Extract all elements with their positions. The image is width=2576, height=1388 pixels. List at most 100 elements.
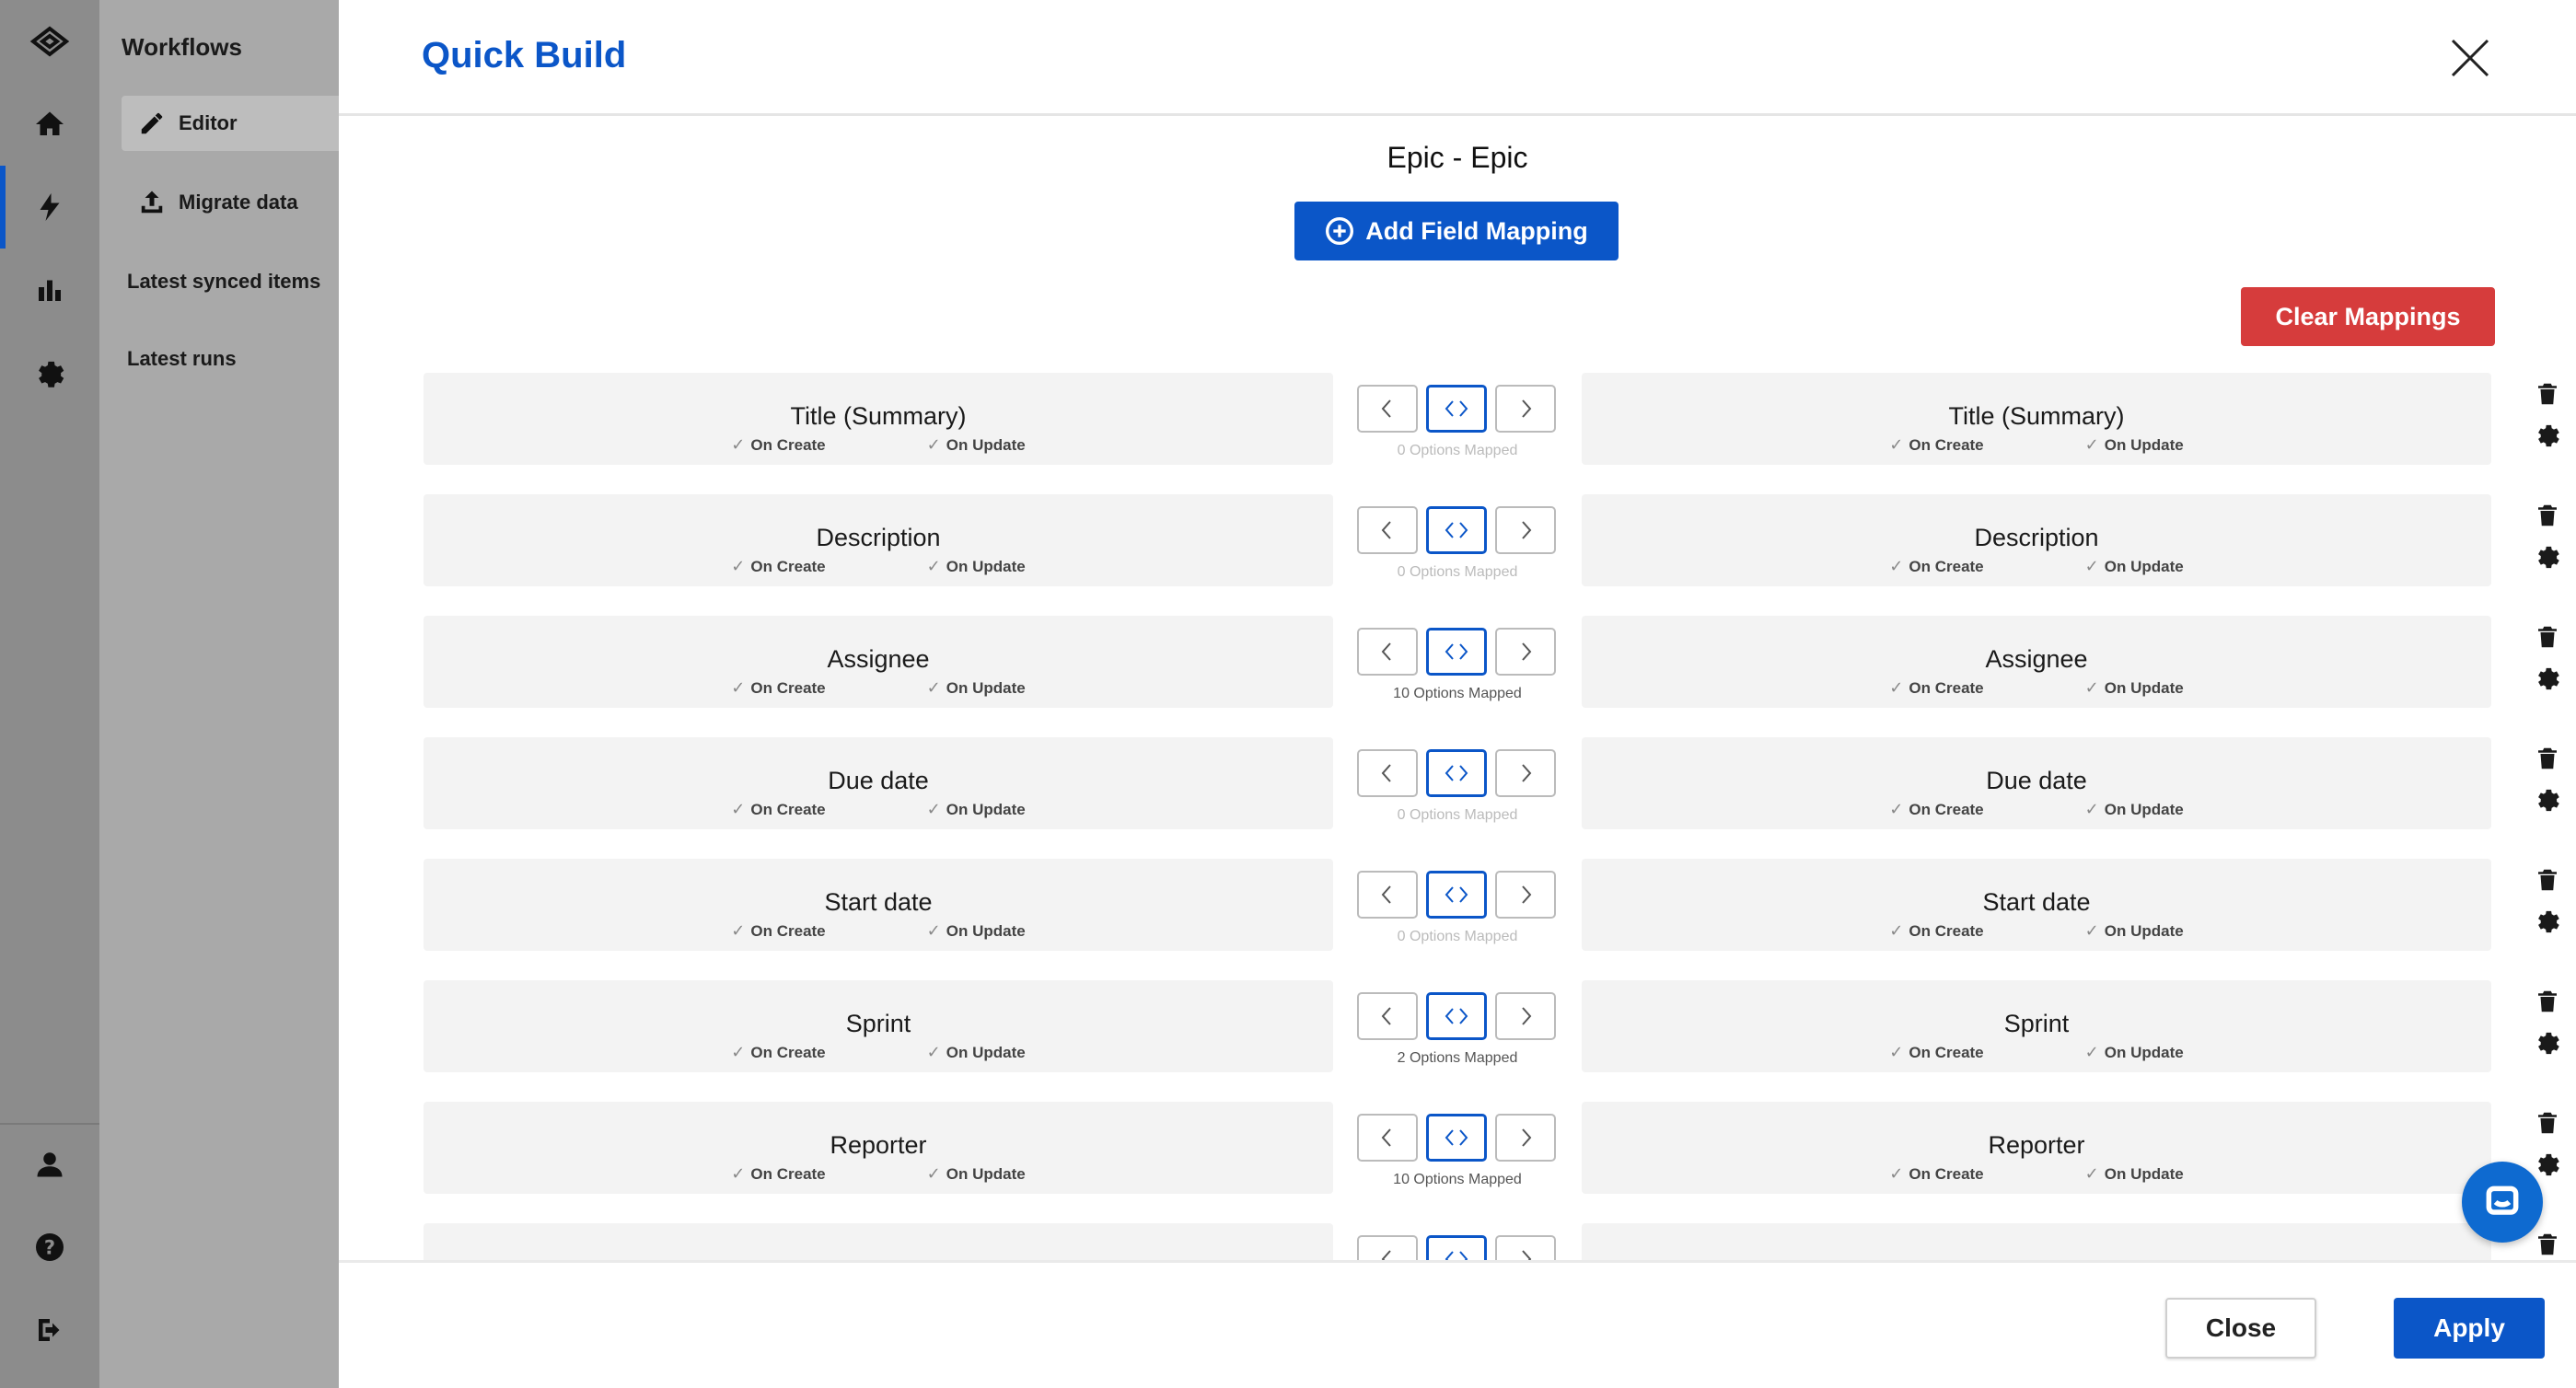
on-update-flag: ✓ On Update <box>927 921 1026 941</box>
options-mapped-count[interactable]: 0 Options Mapped <box>1344 443 1571 459</box>
sync-right-button[interactable] <box>1495 385 1556 433</box>
logo-icon[interactable] <box>0 0 99 83</box>
sync-left-button[interactable] <box>1357 749 1418 797</box>
on-update-flag: ✓ On Update <box>2085 800 2184 819</box>
check-icon: ✓ <box>1889 678 1904 697</box>
delete-mapping-button[interactable] <box>2534 502 2561 529</box>
sync-right-button[interactable] <box>1495 749 1556 797</box>
options-mapped-count[interactable]: 0 Options Mapped <box>1344 564 1571 581</box>
delete-mapping-button[interactable] <box>2534 1231 2561 1258</box>
subnav-item-label: Editor <box>179 111 238 134</box>
on-create-label: On Create <box>1909 557 1984 575</box>
options-mapped-count[interactable]: 2 Options Mapped <box>1344 1050 1571 1067</box>
left-field-card[interactable]: Assignee ✓ On Create ✓ On Update <box>424 616 1333 708</box>
options-mapped-count[interactable]: 0 Options Mapped <box>1344 807 1571 824</box>
chevron-right-icon <box>1522 764 1532 782</box>
options-mapped-count[interactable]: 10 Options Mapped <box>1344 686 1571 702</box>
logout-icon[interactable] <box>0 1289 99 1371</box>
sync-both-button[interactable] <box>1426 1235 1487 1260</box>
left-field-card[interactable]: Description ✓ On Create ✓ On Update <box>424 494 1333 586</box>
clear-mappings-button[interactable]: Clear Mappings <box>2241 287 2495 346</box>
delete-mapping-button[interactable] <box>2534 745 2561 772</box>
on-update-flag: ✓ On Update <box>927 678 1026 698</box>
close-button[interactable]: Close <box>2165 1298 2316 1359</box>
subnav-item-latest-synced-items[interactable]: Latest synced items <box>122 254 339 309</box>
settings-icon[interactable] <box>0 331 99 414</box>
sync-right-button[interactable] <box>1495 506 1556 554</box>
left-field-card[interactable]: Due date ✓ On Create ✓ On Update <box>424 737 1333 829</box>
sync-left-button[interactable] <box>1357 628 1418 676</box>
options-mapped-count[interactable]: 0 Options Mapped <box>1344 929 1571 945</box>
subnav-item-editor[interactable]: Editor <box>122 96 339 151</box>
sync-left-button[interactable] <box>1357 385 1418 433</box>
right-field-card[interactable]: Description ✓ On Create ✓ On Update <box>1582 494 2491 586</box>
delete-mapping-button[interactable] <box>2534 380 2561 408</box>
right-field-card[interactable]: Reporter ✓ On Create ✓ On Update <box>1582 1102 2491 1194</box>
workflows-bolt-icon[interactable] <box>0 166 99 249</box>
left-field-card[interactable]: Reporter ✓ On Create ✓ On Update <box>424 1102 1333 1194</box>
delete-mapping-button[interactable] <box>2534 866 2561 894</box>
right-field-card[interactable]: Start date ✓ On Create ✓ On Update <box>1582 859 2491 951</box>
pencil-icon <box>141 112 163 134</box>
sync-both-button[interactable] <box>1426 506 1487 554</box>
left-field-card[interactable]: ✓On Create✓On Update <box>424 1223 1333 1260</box>
chat-launcher-button[interactable] <box>2462 1162 2543 1243</box>
sync-both-button[interactable] <box>1426 385 1487 433</box>
right-field-card[interactable]: ✓On Create✓On Update <box>1582 1223 2491 1260</box>
close-modal-button[interactable] <box>2447 35 2493 81</box>
on-create-flag: ✓ On Create <box>731 1043 825 1062</box>
subnav-item-migrate-data[interactable]: Migrate data <box>122 175 339 230</box>
sync-right-button[interactable] <box>1495 1114 1556 1162</box>
quick-build-modal: Quick Build Epic - Epic Add Field Mappin… <box>339 0 2576 1388</box>
sync-both-button[interactable] <box>1426 749 1487 797</box>
right-field-name: Description <box>1974 524 2099 551</box>
help-icon[interactable]: ? <box>0 1206 99 1289</box>
sync-left-button[interactable] <box>1357 506 1418 554</box>
sync-right-button[interactable] <box>1495 992 1556 1040</box>
delete-mapping-button[interactable] <box>2534 623 2561 651</box>
delete-mapping-button[interactable] <box>2534 1109 2561 1137</box>
add-field-mapping-button[interactable]: Add Field Mapping <box>1294 202 1619 260</box>
delete-mapping-button[interactable] <box>2534 988 2561 1015</box>
on-create-label: On Create <box>1909 1164 1984 1183</box>
left-field-card[interactable]: Title (Summary) ✓ On Create ✓ On Update <box>424 373 1333 465</box>
right-field-card[interactable]: Sprint ✓ On Create ✓ On Update <box>1582 980 2491 1072</box>
sync-left-button[interactable] <box>1357 1114 1418 1162</box>
sync-right-button[interactable] <box>1495 1235 1556 1260</box>
right-field-card[interactable]: Due date ✓ On Create ✓ On Update <box>1582 737 2491 829</box>
mapping-settings-button[interactable] <box>2534 1028 2561 1056</box>
mapping-row: Sprint ✓ On Create ✓ On Update 2 Options Mapp… <box>424 980 2559 1072</box>
chevron-right-icon <box>1522 885 1532 904</box>
mapping-settings-button[interactable] <box>2534 664 2561 691</box>
sync-direction-group <box>1357 992 1558 1042</box>
sync-right-button[interactable] <box>1495 871 1556 919</box>
sync-both-button[interactable] <box>1426 992 1487 1040</box>
right-field-name: Reporter <box>1988 1131 2085 1159</box>
sync-both-button[interactable] <box>1426 628 1487 676</box>
row-actions <box>2528 859 2565 951</box>
apply-button[interactable]: Apply <box>2394 1298 2545 1359</box>
mapping-settings-button[interactable] <box>2534 542 2561 570</box>
sync-left-button[interactable] <box>1357 1235 1418 1260</box>
right-field-card[interactable]: Assignee ✓ On Create ✓ On Update <box>1582 616 2491 708</box>
right-field-card[interactable]: Title (Summary) ✓ On Create ✓ On Update <box>1582 373 2491 465</box>
sync-both-button[interactable] <box>1426 1114 1487 1162</box>
mapping-settings-button[interactable] <box>2534 907 2561 934</box>
left-field-card[interactable]: Start date ✓ On Create ✓ On Update <box>424 859 1333 951</box>
mapping-settings-button[interactable] <box>2534 421 2561 448</box>
mapping-settings-button[interactable] <box>2534 785 2561 813</box>
user-icon[interactable] <box>0 1123 99 1206</box>
mapping-settings-button[interactable] <box>2534 1150 2561 1177</box>
sync-both-button[interactable] <box>1426 871 1487 919</box>
left-field-card[interactable]: Sprint ✓ On Create ✓ On Update <box>424 980 1333 1072</box>
sync-left-button[interactable] <box>1357 871 1418 919</box>
sync-right-button[interactable] <box>1495 628 1556 676</box>
modal-title: Quick Build <box>422 35 627 75</box>
options-mapped-count[interactable]: 10 Options Mapped <box>1344 1172 1571 1188</box>
on-create-flag: ✓ On Create <box>1889 1043 1983 1062</box>
analytics-icon[interactable] <box>0 249 99 331</box>
on-update-flag: ✓ On Update <box>2085 1164 2184 1184</box>
subnav-item-latest-runs[interactable]: Latest runs <box>122 331 339 387</box>
home-icon[interactable] <box>0 83 99 166</box>
sync-left-button[interactable] <box>1357 992 1418 1040</box>
